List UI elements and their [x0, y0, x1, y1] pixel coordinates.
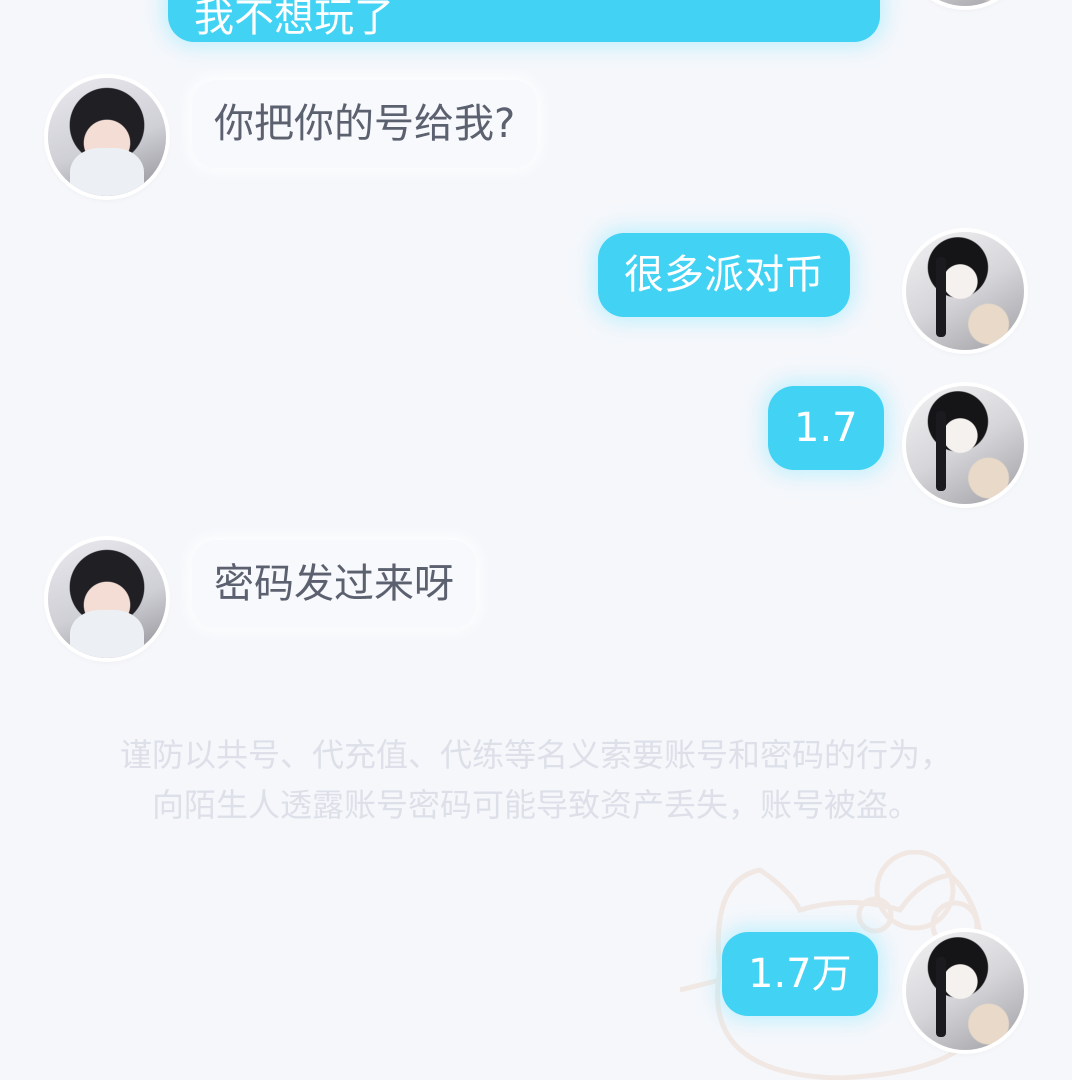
- self-avatar[interactable]: [906, 932, 1024, 1050]
- message-bubble-outgoing[interactable]: 1.7: [768, 386, 884, 470]
- message-bubble-incoming[interactable]: 你把你的号给我?: [192, 80, 538, 168]
- message-bubble-outgoing[interactable]: 很多派对币: [598, 233, 850, 317]
- self-avatar[interactable]: [906, 386, 1024, 504]
- self-avatar[interactable]: [906, 0, 1024, 6]
- chat-area[interactable]: 我不想玩了 你把你的号给我? 很多派对币 1.7 密码发过来呀 谨防以共号、代充…: [0, 0, 1072, 1080]
- message-bubble-outgoing[interactable]: 1.7万: [722, 932, 878, 1016]
- self-avatar[interactable]: [906, 232, 1024, 350]
- contact-avatar[interactable]: [48, 78, 166, 196]
- security-notice: 谨防以共号、代充值、代练等名义索要账号和密码的行为，向陌生人透露账号密码可能导致…: [119, 736, 952, 824]
- message-bubble-incoming[interactable]: 密码发过来呀: [192, 540, 476, 628]
- message-bubble-outgoing[interactable]: 我不想玩了: [168, 0, 880, 42]
- contact-avatar[interactable]: [48, 540, 166, 658]
